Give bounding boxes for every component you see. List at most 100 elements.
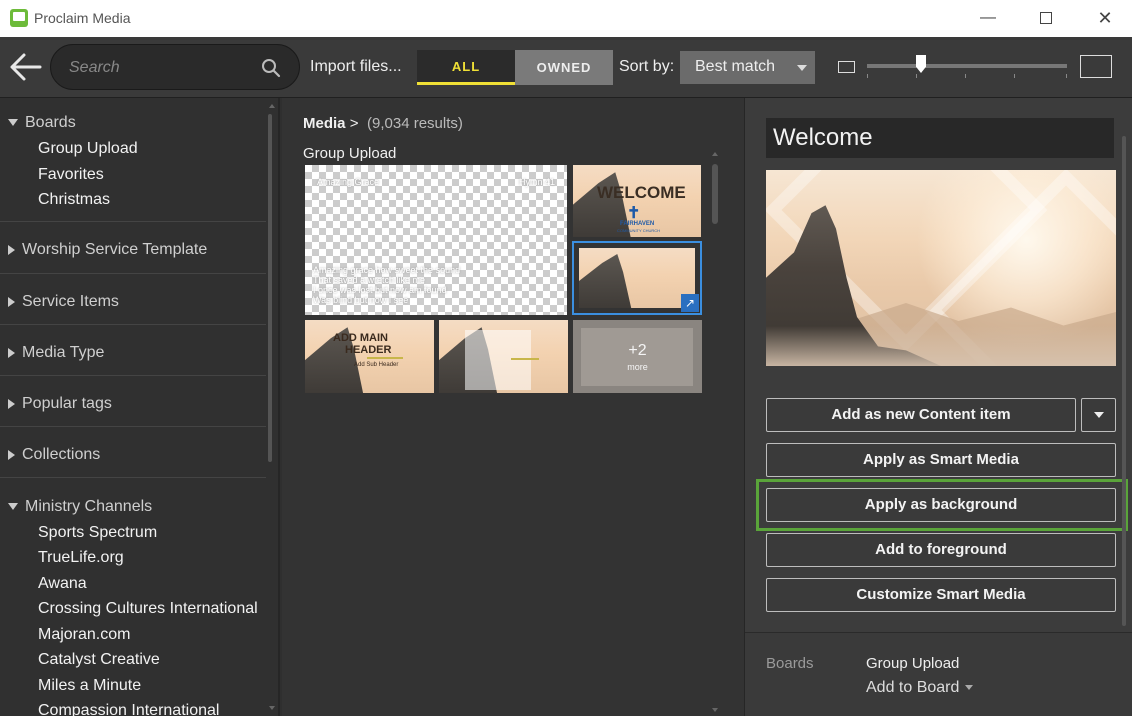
detail-scrollbar[interactable] <box>1122 116 1126 646</box>
filter-all-tab[interactable]: ALL <box>417 50 515 85</box>
sidebar: Boards Group Upload Favorites Christmas … <box>0 98 280 716</box>
result-count: (9,034 results) <box>367 115 463 132</box>
chevron-down-icon <box>1094 412 1104 418</box>
scrollbar-thumb[interactable] <box>712 164 718 224</box>
channel-item[interactable]: Miles a Minute <box>38 677 141 695</box>
title-bar: Proclaim Media — ✕ <box>0 0 1132 37</box>
tile-church-sub: COMMUNITY CHURCH <box>617 228 661 233</box>
ministry-channels-section: Ministry Channels Sports Spectrum TrueLi… <box>0 478 266 716</box>
slider-thumb[interactable] <box>916 55 926 73</box>
sort-dropdown[interactable]: Best match <box>680 51 815 84</box>
chevron-down-icon <box>797 65 807 71</box>
scrollbar-thumb[interactable] <box>1122 136 1126 626</box>
tile-church-name: FAIRHAVEN <box>620 221 655 227</box>
boards-header[interactable]: Boards <box>8 114 76 132</box>
expand-icon[interactable]: ↗ <box>681 294 699 312</box>
service-items-header[interactable]: Service Items <box>8 293 119 311</box>
expanded-triangle-icon <box>8 119 18 127</box>
collapsed-triangle-icon <box>8 244 15 255</box>
ministry-channels-header[interactable]: Ministry Channels <box>8 498 152 516</box>
filter-owned-tab[interactable]: OWNED <box>515 50 613 85</box>
channel-item[interactable]: Compassion International <box>38 702 219 716</box>
maximize-button[interactable] <box>1032 5 1060 31</box>
scroll-up-arrow-icon[interactable] <box>712 152 718 156</box>
tile-lyric-line: That saved a wretch like me <box>313 275 426 285</box>
add-content-item-button[interactable]: Add as new Content item <box>766 398 1076 432</box>
chevron-down-icon <box>965 685 974 691</box>
close-button[interactable]: ✕ <box>1091 5 1119 31</box>
worship-template-section: Worship Service Template <box>0 222 266 274</box>
customize-smart-media-button[interactable]: Customize Smart Media <box>766 578 1116 612</box>
breadcrumb-media[interactable]: Media <box>303 115 346 132</box>
media-tile-card[interactable] <box>439 320 568 393</box>
channel-item[interactable]: Catalyst Creative <box>38 651 160 669</box>
board-item-christmas[interactable]: Christmas <box>38 191 110 209</box>
sidebar-scrollbar[interactable] <box>268 104 275 710</box>
add-to-board-label: Add to Board <box>866 679 960 696</box>
slider-tick <box>1066 74 1067 78</box>
sort-value: Best match <box>695 58 776 75</box>
tile-header-line1: ADD MAIN <box>333 332 388 344</box>
section-label: Ministry Channels <box>25 498 153 515</box>
slider-tick <box>965 74 966 78</box>
tile-divider <box>511 358 539 360</box>
small-thumbnail-icon[interactable] <box>838 61 855 73</box>
channel-item[interactable]: Crossing Cultures International <box>38 600 258 618</box>
window-title: Proclaim Media <box>34 10 131 26</box>
import-files-button[interactable]: Import files... <box>310 58 402 76</box>
media-scrollbar[interactable] <box>711 152 719 712</box>
board-item-group-upload[interactable]: Group Upload <box>38 140 138 158</box>
scrollbar-thumb[interactable] <box>268 114 272 462</box>
board-item-favorites[interactable]: Favorites <box>38 166 104 184</box>
media-tile-lyrics[interactable]: Amazing Grace Hymn 41 Amazing grace how … <box>305 165 567 315</box>
large-thumbnail-icon[interactable] <box>1080 55 1112 78</box>
proclaim-app-icon <box>10 9 28 27</box>
slider-tick <box>1014 74 1015 78</box>
back-button[interactable] <box>8 51 44 83</box>
add-foreground-button[interactable]: Add to foreground <box>766 533 1116 567</box>
add-content-options-button[interactable] <box>1081 398 1116 432</box>
worship-template-header[interactable]: Worship Service Template <box>8 241 207 259</box>
search-input[interactable] <box>69 56 259 80</box>
channel-item[interactable]: TrueLife.org <box>38 549 124 567</box>
scroll-up-arrow-icon[interactable] <box>269 104 275 108</box>
tile-card-panel <box>465 330 531 390</box>
thumbnail-size-slider[interactable] <box>867 55 1067 78</box>
channel-item[interactable]: Awana <box>38 575 87 593</box>
slider-tick <box>916 74 917 78</box>
section-label: Media Type <box>22 344 105 361</box>
more-label: more <box>627 362 648 372</box>
tile-lyric-line: Amazing grace how sweet the sound <box>313 265 461 275</box>
tile-header-line2: HEADER <box>345 344 392 356</box>
collections-header[interactable]: Collections <box>8 446 100 464</box>
popular-tags-header[interactable]: Popular tags <box>8 395 112 413</box>
popular-tags-section: Popular tags <box>0 376 266 427</box>
channel-item[interactable]: Sports Spectrum <box>38 524 157 542</box>
service-items-section: Service Items <box>0 274 266 325</box>
minimize-button[interactable]: — <box>974 5 1002 31</box>
section-label: Popular tags <box>22 395 112 412</box>
search-icon[interactable] <box>261 58 281 78</box>
media-tile-welcome[interactable]: WELCOME ✝ FAIRHAVEN COMMUNITY CHURCH <box>573 165 701 237</box>
channel-item[interactable]: Majoran.com <box>38 626 130 644</box>
scroll-down-arrow-icon[interactable] <box>712 708 718 712</box>
add-to-board-dropdown[interactable]: Add to Board <box>866 679 974 697</box>
apply-smart-media-button[interactable]: Apply as Smart Media <box>766 443 1116 477</box>
tile-song-title: Amazing Grace <box>317 177 380 187</box>
boards-header-label: Boards <box>25 114 76 131</box>
collections-section: Collections <box>0 427 266 478</box>
media-tile-header[interactable]: ADD MAIN HEADER Add Sub Header <box>305 320 434 393</box>
breadcrumb[interactable]: Media > <box>303 115 358 132</box>
boards-section: Boards Group Upload Favorites Christmas <box>0 98 266 222</box>
media-tile-selected[interactable]: ↗ <box>572 241 702 315</box>
tile-subheader: Add Sub Header <box>354 362 399 368</box>
media-title[interactable]: Welcome <box>766 118 1114 158</box>
scroll-down-arrow-icon[interactable] <box>269 706 275 710</box>
collapsed-triangle-icon <box>8 347 15 358</box>
more-count: +2 <box>628 342 647 359</box>
apply-background-button[interactable]: Apply as background <box>766 488 1116 522</box>
search-box[interactable] <box>50 44 300 90</box>
media-type-header[interactable]: Media Type <box>8 344 104 362</box>
more-tiles-button[interactable]: +2 more <box>573 320 702 393</box>
section-label: Service Items <box>22 293 119 310</box>
